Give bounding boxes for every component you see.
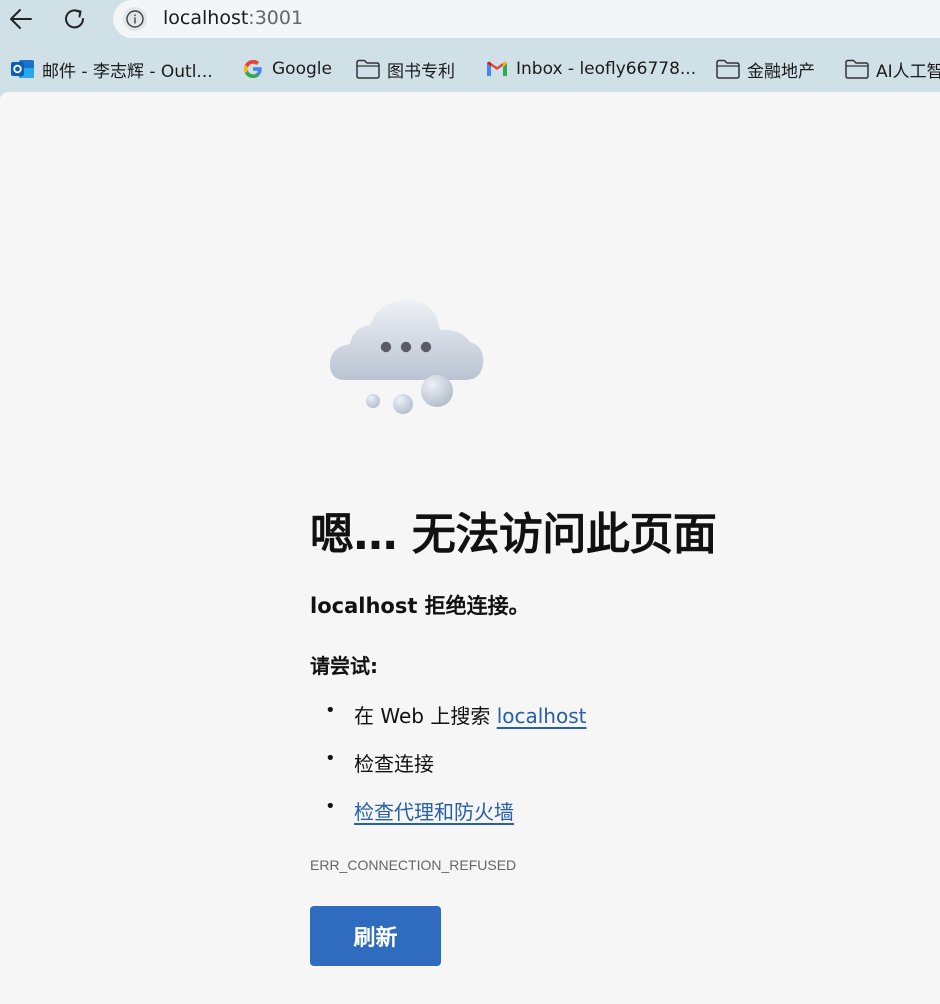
error-code: ERR_CONNECTION_REFUSED (310, 857, 517, 873)
back-button[interactable] (4, 2, 38, 36)
suggestion-list: 在 Web 上搜索 localhost 检查连接 检查代理和防火墙 (310, 700, 586, 844)
folder-icon (715, 56, 741, 82)
bookmark-google[interactable]: Google (240, 56, 332, 82)
back-arrow-icon (10, 9, 32, 29)
info-circle-icon (126, 10, 144, 28)
page-title: 嗯… 无法访问此页面 (310, 509, 717, 560)
bookmark-label: Google (272, 59, 332, 79)
outlook-icon (10, 56, 36, 82)
browser-toolbar: localhost:3001 (0, 0, 940, 42)
cloud-icon (330, 300, 484, 414)
check-connection-text: 检查连接 (354, 752, 434, 776)
check-proxy-link[interactable]: 检查代理和防火墙 (354, 800, 514, 824)
folder-icon (355, 56, 381, 82)
bookmark-label: 金融地产 (747, 61, 815, 82)
bookmark-outlook[interactable]: 邮件 - 李志辉 - Outl... (10, 56, 213, 82)
list-item-search: 在 Web 上搜索 localhost (310, 700, 586, 748)
bookmark-label: Inbox - leofly66778... (516, 59, 697, 79)
try-label: 请尝试: (310, 654, 378, 678)
google-icon (240, 56, 266, 82)
gmail-icon (484, 56, 510, 82)
list-item-check-connection: 检查连接 (310, 748, 586, 796)
bookmark-gmail[interactable]: Inbox - leofly66778... (484, 56, 696, 82)
error-refused-text: 拒绝连接。 (417, 594, 530, 618)
bookmark-label: 图书专利 (387, 61, 455, 82)
error-host: localhost (310, 594, 418, 618)
search-localhost-link[interactable]: localhost (497, 704, 587, 728)
bookmarks-bar: 邮件 - 李志辉 - Outl... Google 图书专利 Inbox - l… (0, 46, 940, 90)
info-icon[interactable] (123, 7, 147, 31)
reload-icon (65, 9, 84, 29)
list-item-check-proxy: 检查代理和防火墙 (310, 796, 586, 844)
bookmark-folder-ai[interactable]: AI人工智 (844, 56, 940, 82)
bookmark-label: 邮件 - 李志辉 - Outl... (42, 61, 213, 82)
bookmark-label: AI人工智 (876, 61, 940, 82)
url-text[interactable]: localhost:3001 (163, 7, 303, 29)
bookmark-folder-finance[interactable]: 金融地产 (715, 56, 815, 82)
url-port: :3001 (248, 7, 304, 29)
reload-button[interactable] (58, 2, 92, 36)
bookmark-folder-books[interactable]: 图书专利 (355, 56, 455, 82)
search-prefix: 在 Web 上搜索 (354, 704, 497, 728)
folder-icon (844, 56, 870, 82)
error-message: localhost 拒绝连接。 (310, 590, 530, 620)
refresh-button[interactable]: 刷新 (310, 906, 441, 966)
url-host: localhost (163, 7, 249, 29)
address-bar[interactable]: localhost:3001 (113, 0, 940, 38)
